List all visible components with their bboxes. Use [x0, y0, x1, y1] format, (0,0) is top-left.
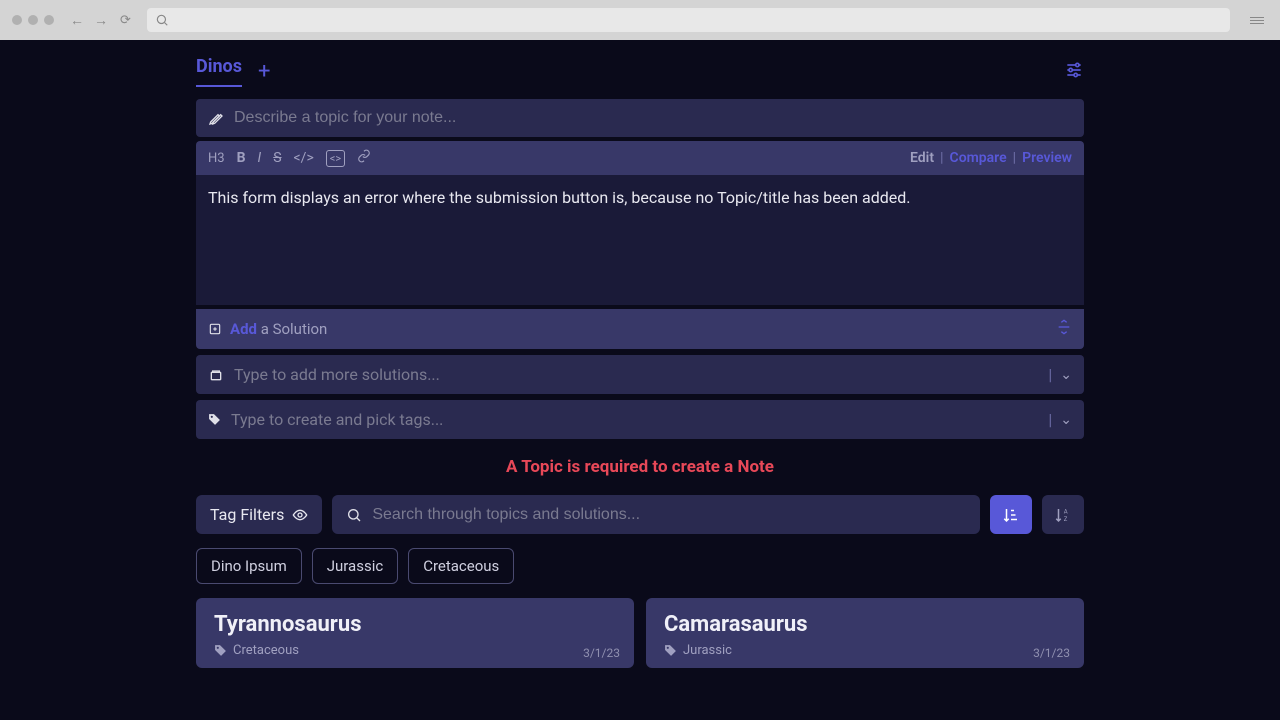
card-title: Tyrannosaurus — [214, 612, 616, 637]
italic-button[interactable]: I — [258, 150, 262, 166]
add-tab-button[interactable]: + — [258, 59, 270, 84]
topic-input[interactable] — [234, 109, 1072, 127]
card-date: 3/1/23 — [1033, 646, 1070, 660]
chevron-down-icon[interactable]: ⌄ — [1060, 367, 1072, 383]
close-window[interactable] — [12, 15, 22, 25]
settings-icon[interactable] — [1064, 60, 1084, 84]
more-solutions-row: Type to add more solutions... | ⌄ — [196, 355, 1084, 394]
cards-row: Tyrannosaurus Cretaceous 3/1/23 Camarasa… — [196, 598, 1084, 668]
search-box — [332, 495, 980, 534]
browser-chrome: ← → ⟳ — [0, 0, 1280, 40]
card-title: Camarasaurus — [664, 612, 1066, 637]
format-toolbar: H3 B I S </> <> Edit | Compare | Preview — [196, 141, 1084, 175]
editor-body[interactable]: This form displays an error where the su… — [196, 175, 1084, 305]
search-row: Tag Filters AZ — [196, 495, 1084, 534]
link-button[interactable] — [357, 149, 371, 167]
note-card[interactable]: Camarasaurus Jurassic 3/1/23 — [646, 598, 1084, 668]
tags-row: Type to create and pick tags... | ⌄ — [196, 400, 1084, 439]
card-date: 3/1/23 — [583, 646, 620, 660]
add-solution-button[interactable]: Add a Solution — [230, 320, 327, 338]
search-input[interactable] — [372, 506, 966, 524]
code-block-button[interactable]: <> — [326, 150, 345, 167]
menu-button[interactable] — [1250, 15, 1264, 26]
stack-icon — [208, 367, 224, 383]
bold-button[interactable]: B — [237, 150, 246, 166]
card-tag: Jurassic — [683, 643, 732, 658]
minimize-window[interactable] — [28, 15, 38, 25]
tabs-row: Dinos + — [196, 40, 1084, 87]
tags-input[interactable]: Type to create and pick tags... — [231, 410, 1038, 429]
filter-chips: Dino Ipsum Jurassic Cretaceous — [196, 548, 1084, 584]
forward-button[interactable]: → — [94, 12, 108, 29]
chip-dino-ipsum[interactable]: Dino Ipsum — [196, 548, 302, 584]
nav-arrows: ← → — [70, 12, 108, 29]
more-solutions-input[interactable]: Type to add more solutions... — [234, 365, 1038, 384]
expand-icon[interactable] — [1056, 319, 1072, 339]
compare-mode[interactable]: Compare — [950, 150, 1007, 166]
strike-button[interactable]: S — [273, 150, 281, 166]
tab-dinos[interactable]: Dinos — [196, 56, 242, 87]
pencil-icon — [208, 110, 224, 126]
code-button[interactable]: </> — [294, 150, 314, 166]
traffic-lights — [12, 15, 54, 25]
tag-filters-button[interactable]: Tag Filters — [196, 495, 322, 534]
preview-mode[interactable]: Preview — [1022, 150, 1072, 166]
card-tag: Cretaceous — [233, 643, 299, 658]
back-button[interactable]: ← — [70, 12, 84, 29]
tag-icon — [664, 644, 677, 657]
heading-button[interactable]: H3 — [208, 151, 225, 166]
sort-order-button[interactable] — [990, 495, 1032, 534]
chip-cretaceous[interactable]: Cretaceous — [408, 548, 514, 584]
tag-icon — [208, 413, 221, 426]
reload-button[interactable]: ⟳ — [120, 13, 131, 28]
search-icon — [155, 13, 169, 27]
topic-row — [196, 99, 1084, 137]
eye-icon — [292, 507, 308, 523]
svg-text:Z: Z — [1064, 516, 1068, 523]
note-card[interactable]: Tyrannosaurus Cretaceous 3/1/23 — [196, 598, 634, 668]
add-solution-row: Add a Solution — [196, 309, 1084, 349]
svg-text:A: A — [1064, 508, 1068, 515]
chevron-down-icon[interactable]: ⌄ — [1060, 412, 1072, 428]
sort-alpha-button[interactable]: AZ — [1042, 495, 1084, 534]
tag-icon — [214, 644, 227, 657]
error-message: A Topic is required to create a Note — [196, 439, 1084, 491]
search-icon — [346, 507, 362, 523]
maximize-window[interactable] — [44, 15, 54, 25]
edit-mode[interactable]: Edit — [910, 150, 934, 166]
url-bar[interactable] — [147, 8, 1230, 32]
chip-jurassic[interactable]: Jurassic — [312, 548, 398, 584]
plus-square-icon — [208, 322, 222, 336]
